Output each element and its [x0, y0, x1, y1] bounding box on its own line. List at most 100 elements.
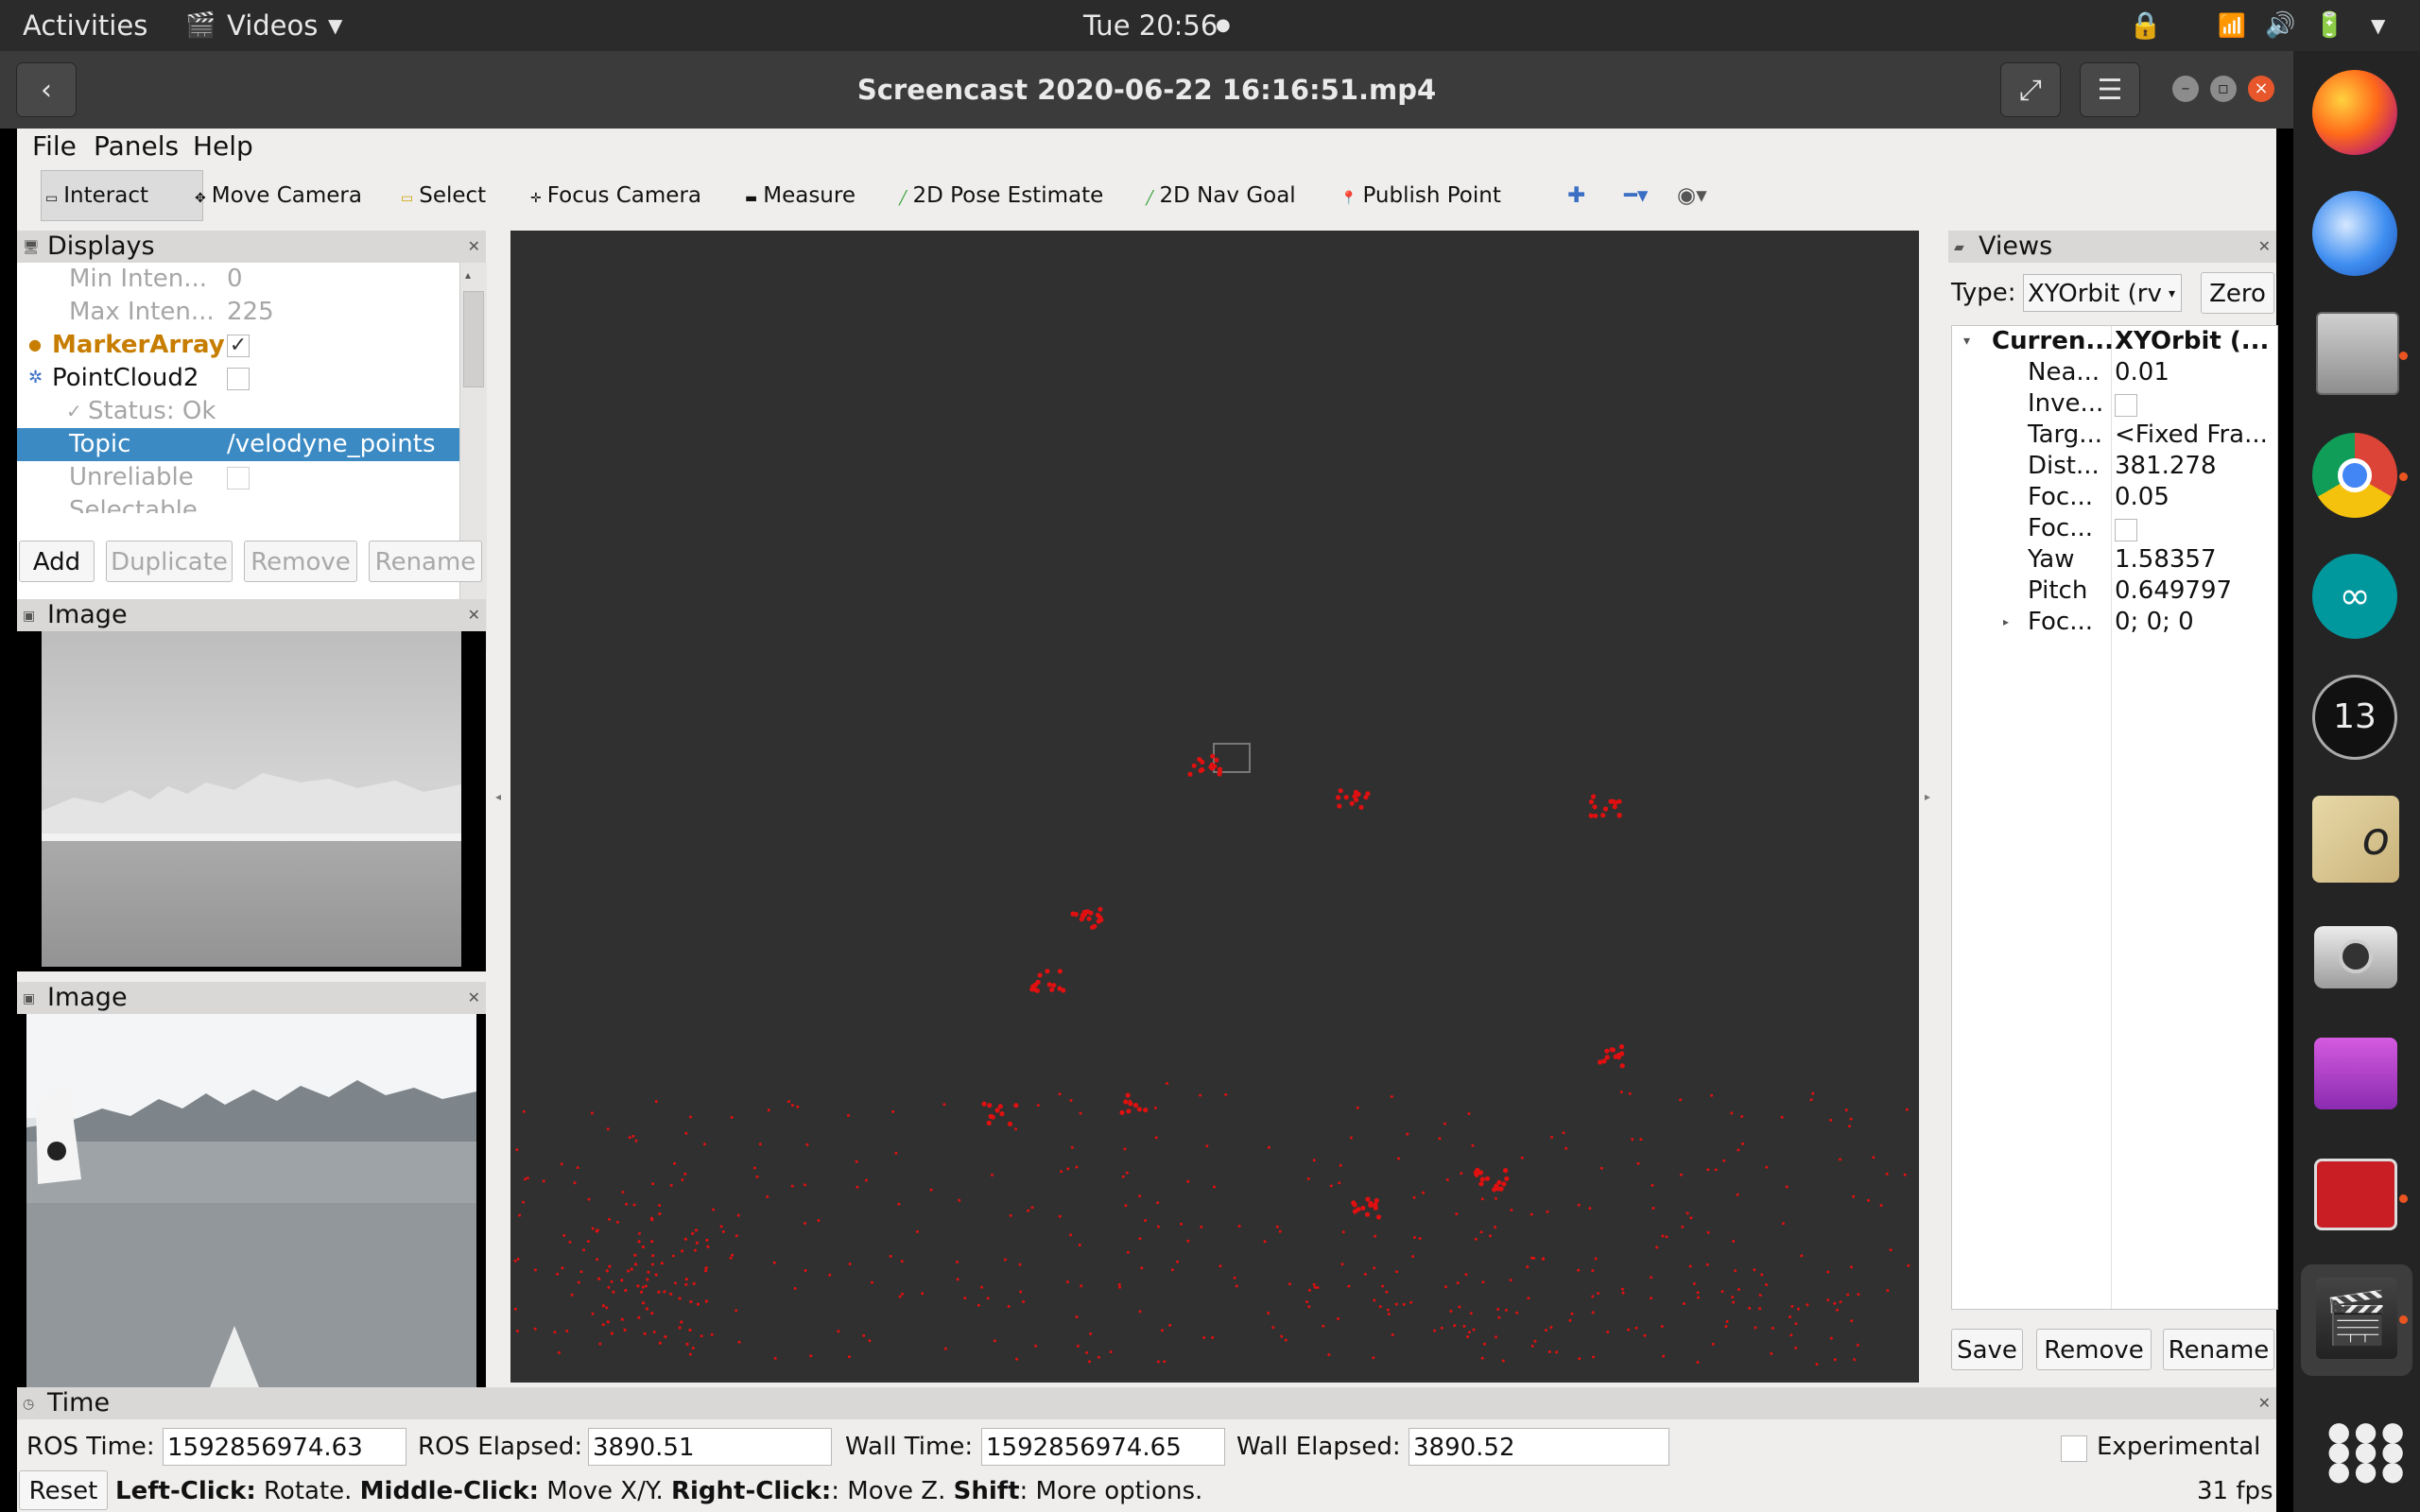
ros-elapsed-field[interactable]: 3890.51: [588, 1428, 832, 1466]
tool-select[interactable]: ▭ Select: [401, 168, 486, 223]
views-tree-name[interactable]: Targ...: [2028, 420, 2102, 451]
views-tree-value[interactable]: 1.58357: [2115, 544, 2217, 576]
camera-type-button[interactable]: ◉▾: [1677, 168, 1707, 223]
scroll-up-icon[interactable]: ▴: [465, 268, 471, 282]
views-tree-name[interactable]: Dist...: [2028, 451, 2100, 482]
rename-display-button[interactable]: Rename: [369, 541, 482, 582]
chrome-icon[interactable]: [2312, 433, 2397, 518]
markerarray-checkbox[interactable]: ✓: [227, 335, 250, 357]
views-tree-name[interactable]: Foc...: [2028, 482, 2093, 513]
screen-recorder-icon[interactable]: [2314, 1038, 2397, 1109]
expand-arrow-icon[interactable]: ▾: [1963, 326, 1970, 357]
app-13-icon[interactable]: 13: [2312, 675, 2397, 760]
tree-row-name[interactable]: Min Inten...: [69, 263, 207, 296]
views-tree-name[interactable]: Pitch: [2028, 576, 2087, 607]
scrollbar-thumb[interactable]: [463, 291, 484, 387]
tool-publish-point[interactable]: 📍 Publish Point: [1340, 168, 1501, 223]
menu-panels[interactable]: Panels: [94, 129, 179, 164]
close-panel-icon[interactable]: ✕: [468, 231, 480, 263]
experimental-checkbox[interactable]: [2061, 1435, 2087, 1462]
tree-row-name[interactable]: Selectable: [69, 494, 198, 513]
tree-row-status[interactable]: Status: Ok: [88, 395, 216, 428]
add-display-button[interactable]: Add: [19, 541, 95, 582]
tool-focus-camera[interactable]: ✛ Focus Camera: [530, 168, 701, 223]
pointcloud2-checkbox[interactable]: [227, 368, 250, 390]
minimize-button[interactable]: –: [2172, 76, 2199, 102]
rename-view-button[interactable]: Rename: [2163, 1329, 2274, 1370]
thunderbird-icon[interactable]: [2312, 191, 2397, 276]
display-markerarray[interactable]: MarkerArray: [52, 329, 225, 362]
tool-measure[interactable]: ▬ Measure: [745, 168, 856, 223]
clock[interactable]: Tue 20:56: [1083, 0, 1218, 51]
system-menu-chevron-icon[interactable]: ▼: [2371, 0, 2385, 51]
remove-display-button[interactable]: Remove: [244, 541, 357, 582]
presentation-icon[interactable]: [2314, 1159, 2397, 1230]
close-panel-icon[interactable]: ✕: [2258, 231, 2271, 263]
map-icon[interactable]: o: [2312, 796, 2399, 883]
videos-icon[interactable]: 🎬: [2316, 1278, 2397, 1359]
views-tree-value[interactable]: 381.278: [2115, 451, 2217, 482]
volume-icon[interactable]: 🔊: [2265, 0, 2295, 51]
battery-icon[interactable]: 🔋: [2314, 0, 2344, 51]
unreliable-checkbox[interactable]: [227, 467, 250, 490]
tree-row-name[interactable]: Max Inten...: [69, 296, 215, 329]
firefox-icon[interactable]: [2312, 70, 2397, 155]
tool-move-camera[interactable]: ✥ Move Camera: [195, 168, 362, 223]
collapse-left-handle-icon[interactable]: ◂: [495, 790, 501, 803]
focal-shape-fixed-checkbox[interactable]: [2115, 519, 2137, 541]
tree-row-topic[interactable]: Topic: [69, 428, 130, 461]
files-icon[interactable]: [2316, 312, 2399, 395]
invert-z-checkbox[interactable]: [2115, 394, 2137, 417]
fullscreen-button[interactable]: ⤢: [2000, 62, 2061, 117]
remove-tool-button[interactable]: ━▾: [1624, 168, 1648, 223]
maximize-button[interactable]: ▫: [2210, 76, 2237, 102]
views-tree-value[interactable]: XYOrbit (...: [2115, 326, 2269, 357]
zero-button[interactable]: Zero: [2201, 272, 2274, 314]
show-apps-icon[interactable]: ●●● ●●● ●●●: [2327, 1418, 2404, 1485]
wall-time-field[interactable]: 1592856974.65: [981, 1428, 1225, 1466]
view-type-select[interactable]: XYOrbit (rv ▾: [2023, 274, 2182, 312]
tree-row-value[interactable]: 0: [227, 263, 243, 296]
views-tree-name[interactable]: Foc...: [2028, 607, 2093, 638]
views-tree-value[interactable]: 0; 0; 0: [2115, 607, 2194, 638]
wall-elapsed-field[interactable]: 3890.52: [1409, 1428, 1669, 1466]
ros-time-field[interactable]: 1592856974.63: [163, 1428, 406, 1466]
collapse-right-handle-icon[interactable]: ▸: [1925, 790, 1930, 803]
duplicate-display-button[interactable]: Duplicate: [106, 541, 233, 582]
wifi-icon[interactable]: 📶: [2218, 0, 2246, 51]
views-tree-value[interactable]: 0.05: [2115, 482, 2169, 513]
tool-2d-nav-goal[interactable]: ╱ 2D Nav Goal: [1146, 168, 1296, 223]
views-tree-name[interactable]: Nea...: [2028, 357, 2100, 388]
menu-help[interactable]: Help: [193, 129, 253, 164]
reset-button[interactable]: Reset: [19, 1470, 108, 1510]
expand-arrow-icon[interactable]: ▸: [2003, 607, 2009, 638]
views-tree-name[interactable]: Yaw: [2028, 544, 2075, 576]
tool-2d-pose-estimate[interactable]: ╱ 2D Pose Estimate: [899, 168, 1103, 223]
menu-file[interactable]: File: [32, 129, 77, 164]
remove-view-button[interactable]: Remove: [2036, 1329, 2152, 1370]
display-pointcloud2[interactable]: PointCloud2: [52, 362, 199, 395]
views-tree-value[interactable]: <Fixed Fra...: [2115, 420, 2268, 451]
close-button[interactable]: ×: [2248, 76, 2274, 102]
tool-interact[interactable]: ▭ Interact: [45, 168, 148, 223]
views-tree-name[interactable]: Foc...: [2028, 513, 2093, 544]
tree-row-name[interactable]: Unreliable: [69, 461, 194, 494]
activities-button[interactable]: Activities: [23, 0, 147, 51]
app-menu-videos[interactable]: Videos: [227, 0, 318, 51]
topic-value[interactable]: /velodyne_points: [227, 428, 436, 461]
close-panel-icon[interactable]: ✕: [468, 599, 480, 631]
menu-button[interactable]: ☰: [2080, 62, 2140, 117]
views-tree-name[interactable]: Curren...: [1992, 326, 2114, 357]
views-tree-value[interactable]: 0.649797: [2115, 576, 2232, 607]
camera-icon[interactable]: [2314, 926, 2397, 988]
arduino-icon[interactable]: ∞: [2312, 554, 2397, 639]
save-view-button[interactable]: Save: [1951, 1329, 2023, 1370]
close-panel-icon[interactable]: ✕: [468, 982, 480, 1014]
close-panel-icon[interactable]: ✕: [2258, 1387, 2271, 1419]
views-tree-name[interactable]: Inve...: [2028, 388, 2103, 420]
views-tree-value[interactable]: 0.01: [2115, 357, 2169, 388]
tree-row-value[interactable]: 225: [227, 296, 274, 329]
add-tool-button[interactable]: ✚: [1567, 168, 1585, 223]
3d-viewport[interactable]: [510, 231, 1919, 1383]
displays-scrollbar[interactable]: ▴ ▾: [459, 263, 487, 650]
